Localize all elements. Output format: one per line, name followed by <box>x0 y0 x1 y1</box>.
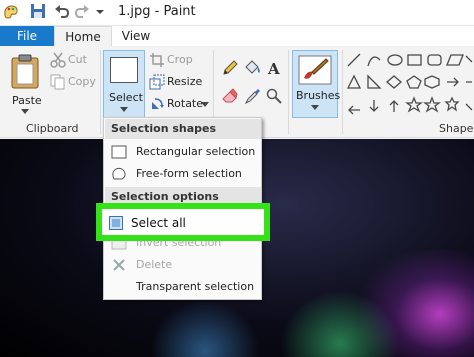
canvas-image-glow <box>280 290 400 357</box>
rotate-label: Rotate <box>167 97 204 110</box>
cut-label: Cut <box>68 53 87 66</box>
clipboard-icon <box>11 54 39 89</box>
paste-dropdown-icon <box>21 109 29 114</box>
select-all-icon <box>109 216 123 230</box>
rectangular-selection-item[interactable]: Rectangular selection <box>105 141 261 163</box>
tab-view[interactable]: View <box>116 26 156 46</box>
brushes-button[interactable]: Brushes <box>292 50 341 118</box>
select-button[interactable]: Select <box>103 50 145 120</box>
delete-selection-item[interactable]: Delete <box>105 254 261 276</box>
select-all-item[interactable]: Select all <box>109 214 257 232</box>
eraser-icon[interactable] <box>222 88 238 104</box>
magnifier-icon[interactable] <box>266 88 282 104</box>
crop-icon <box>150 53 164 67</box>
copy-icon <box>50 74 65 90</box>
copy-button[interactable]: Copy <box>50 74 96 92</box>
undo-icon[interactable] <box>54 3 70 19</box>
customize-toolbar-chevron-icon[interactable] <box>95 7 105 17</box>
delete-label: Delete <box>136 258 173 271</box>
shapes-gallery-icons <box>346 53 473 115</box>
resize-label: Resize <box>167 75 203 88</box>
canvas-image-glow <box>150 300 260 357</box>
select-dropdown-icon <box>120 107 128 112</box>
pencil-icon[interactable] <box>222 60 238 76</box>
scissors-icon <box>50 52 66 68</box>
crop-button[interactable]: Crop <box>149 52 199 70</box>
svg-text:A: A <box>267 60 280 76</box>
shapes-gallery[interactable] <box>346 52 474 118</box>
rotate-dropdown-icon <box>201 102 209 107</box>
paste-button[interactable]: Paste <box>6 50 44 116</box>
select-label: Select <box>109 91 143 104</box>
rotate-button[interactable]: Rotate <box>149 96 209 114</box>
delete-x-icon <box>113 259 125 271</box>
rectangular-selection-label: Rectangular selection <box>136 145 256 158</box>
window-title: 1.jpg - Paint <box>118 4 196 19</box>
group-separator <box>342 50 343 134</box>
brush-icon <box>298 55 332 85</box>
color-picker-icon[interactable] <box>245 88 261 104</box>
group-separator <box>100 50 101 134</box>
selection-rectangle-icon <box>110 57 138 83</box>
freeform-selection-label: Free-form selection <box>136 167 242 180</box>
title-bar: 1.jpg - Paint <box>0 0 474 26</box>
paint-app-icon[interactable] <box>2 3 20 21</box>
fill-bucket-icon[interactable] <box>243 60 261 76</box>
rotate-icon <box>152 98 164 109</box>
select-all-label: Select all <box>131 216 186 230</box>
select-all-highlight: Select all <box>96 203 270 241</box>
freeform-selection-icon <box>112 167 126 180</box>
resize-button[interactable]: Resize <box>149 74 203 92</box>
crop-label: Crop <box>167 53 193 66</box>
brushes-dropdown-icon <box>311 105 319 110</box>
brushes-label: Brushes <box>296 89 341 102</box>
transparent-selection-item[interactable]: Transparent selection <box>105 276 261 298</box>
group-separator <box>288 50 289 134</box>
freeform-selection-item[interactable]: Free-form selection <box>105 163 261 185</box>
cut-button[interactable]: Cut <box>50 52 96 70</box>
tab-home[interactable]: Home <box>54 26 112 46</box>
text-tool-icon[interactable]: A <box>266 60 282 76</box>
copy-label: Copy <box>68 75 96 88</box>
paste-label: Paste <box>12 94 42 107</box>
clipboard-group-label: Clipboard <box>26 122 79 135</box>
tab-file[interactable]: File <box>0 26 54 46</box>
save-icon[interactable] <box>30 3 46 19</box>
transparent-selection-label: Transparent selection <box>136 280 255 293</box>
rectangular-selection-icon <box>111 145 127 159</box>
redo-icon[interactable] <box>74 3 90 19</box>
shapes-group-label: Shapes <box>439 122 474 135</box>
ribbon-tabs: File Home View <box>0 26 474 46</box>
resize-icon <box>149 74 165 90</box>
selection-shapes-header: Selection shapes <box>105 119 261 139</box>
